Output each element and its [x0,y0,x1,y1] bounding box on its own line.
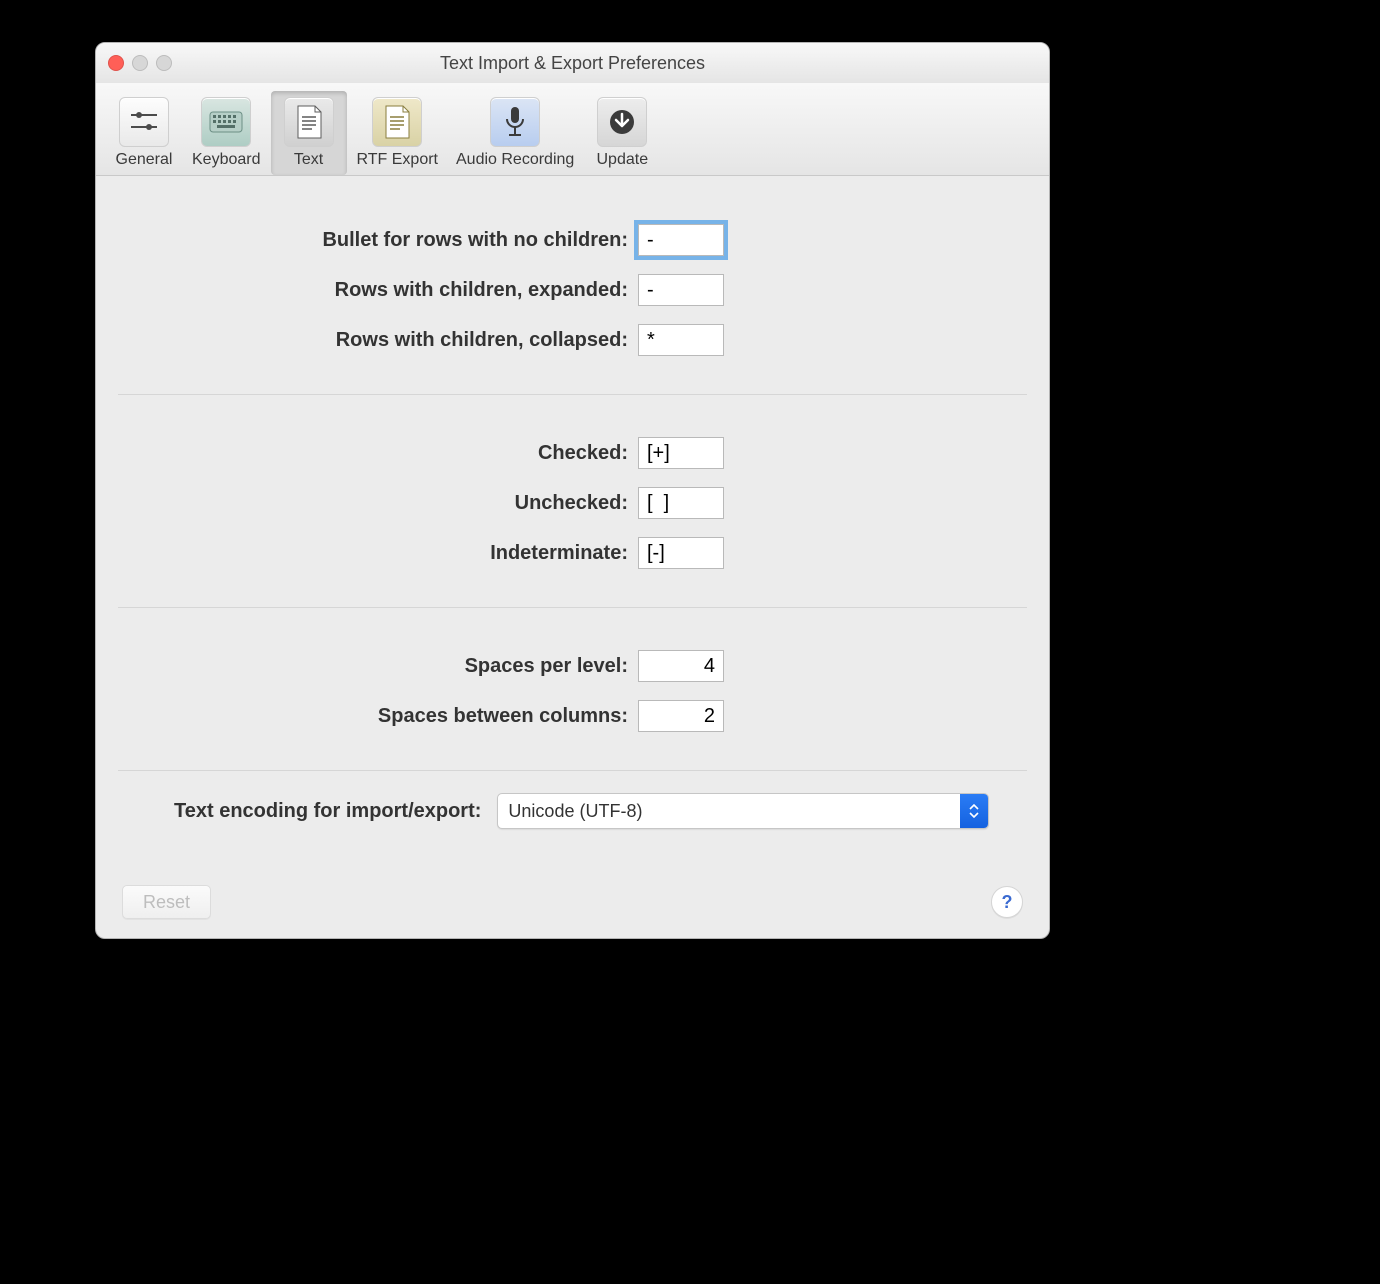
preferences-window: Text Import & Export Preferences General… [95,42,1050,939]
encoding-select-value: Unicode (UTF-8) [498,794,960,828]
help-button[interactable]: ? [991,886,1023,918]
toolbar-item-label: Audio Recording [456,151,574,169]
bullet-expanded-field[interactable] [638,274,724,306]
bullet-collapsed-label: Rows with children, collapsed: [118,329,638,352]
indeterminate-label: Indeterminate: [118,542,638,565]
toolbar: General Keyboard Text RTF Export [96,83,1049,176]
toolbar-item-update[interactable]: Update [584,91,660,175]
toolbar-item-keyboard[interactable]: Keyboard [184,91,269,175]
separator [118,607,1027,608]
toolbar-item-rtf-export[interactable]: RTF Export [349,91,447,175]
minimize-button[interactable] [132,55,148,71]
footer: Reset ? [118,885,1027,919]
toolbar-item-audio-recording[interactable]: Audio Recording [448,91,582,175]
checked-label: Checked: [118,442,638,465]
window-controls [108,55,172,71]
toolbar-item-text[interactable]: Text [271,91,347,175]
chevron-up-down-icon [960,794,988,828]
toolbar-item-label: Update [597,151,649,169]
download-icon [597,97,647,147]
microphone-icon [490,97,540,147]
spaces-per-level-field[interactable] [638,650,724,682]
document-text-icon [284,97,334,147]
window-title: Text Import & Export Preferences [96,53,1049,74]
close-button[interactable] [108,55,124,71]
toolbar-item-label: Text [294,151,323,169]
bullet-expanded-label: Rows with children, expanded: [118,279,638,302]
toolbar-item-general[interactable]: General [106,91,182,175]
zoom-button[interactable] [156,55,172,71]
spaces-between-columns-label: Spaces between columns: [118,705,638,728]
document-rtf-icon [372,97,422,147]
unchecked-label: Unchecked: [118,492,638,515]
sliders-icon [119,97,169,147]
spaces-between-columns-field[interactable] [638,700,724,732]
encoding-select[interactable]: Unicode (UTF-8) [497,793,989,829]
titlebar: Text Import & Export Preferences [96,43,1049,83]
bullet-group: Bullet for rows with no children: Rows w… [118,204,1027,386]
separator [118,770,1027,771]
reset-button[interactable]: Reset [122,885,211,919]
encoding-row: Text encoding for import/export: Unicode… [118,793,1027,829]
bullet-no-children-field[interactable] [638,224,724,256]
content-area: Bullet for rows with no children: Rows w… [96,176,1049,939]
bullet-collapsed-field[interactable] [638,324,724,356]
unchecked-field[interactable] [638,487,724,519]
separator [118,394,1027,395]
keyboard-icon [201,97,251,147]
checkbox-group: Checked: Unchecked: Indeterminate: [118,417,1027,599]
spacing-group: Spaces per level: Spaces between columns… [118,630,1027,762]
bullet-no-children-label: Bullet for rows with no children: [118,229,638,252]
toolbar-item-label: RTF Export [357,151,439,169]
spaces-per-level-label: Spaces per level: [118,655,638,678]
checked-field[interactable] [638,437,724,469]
indeterminate-field[interactable] [638,537,724,569]
toolbar-item-label: General [116,151,173,169]
toolbar-item-label: Keyboard [192,151,261,169]
encoding-label: Text encoding for import/export: [174,800,481,823]
